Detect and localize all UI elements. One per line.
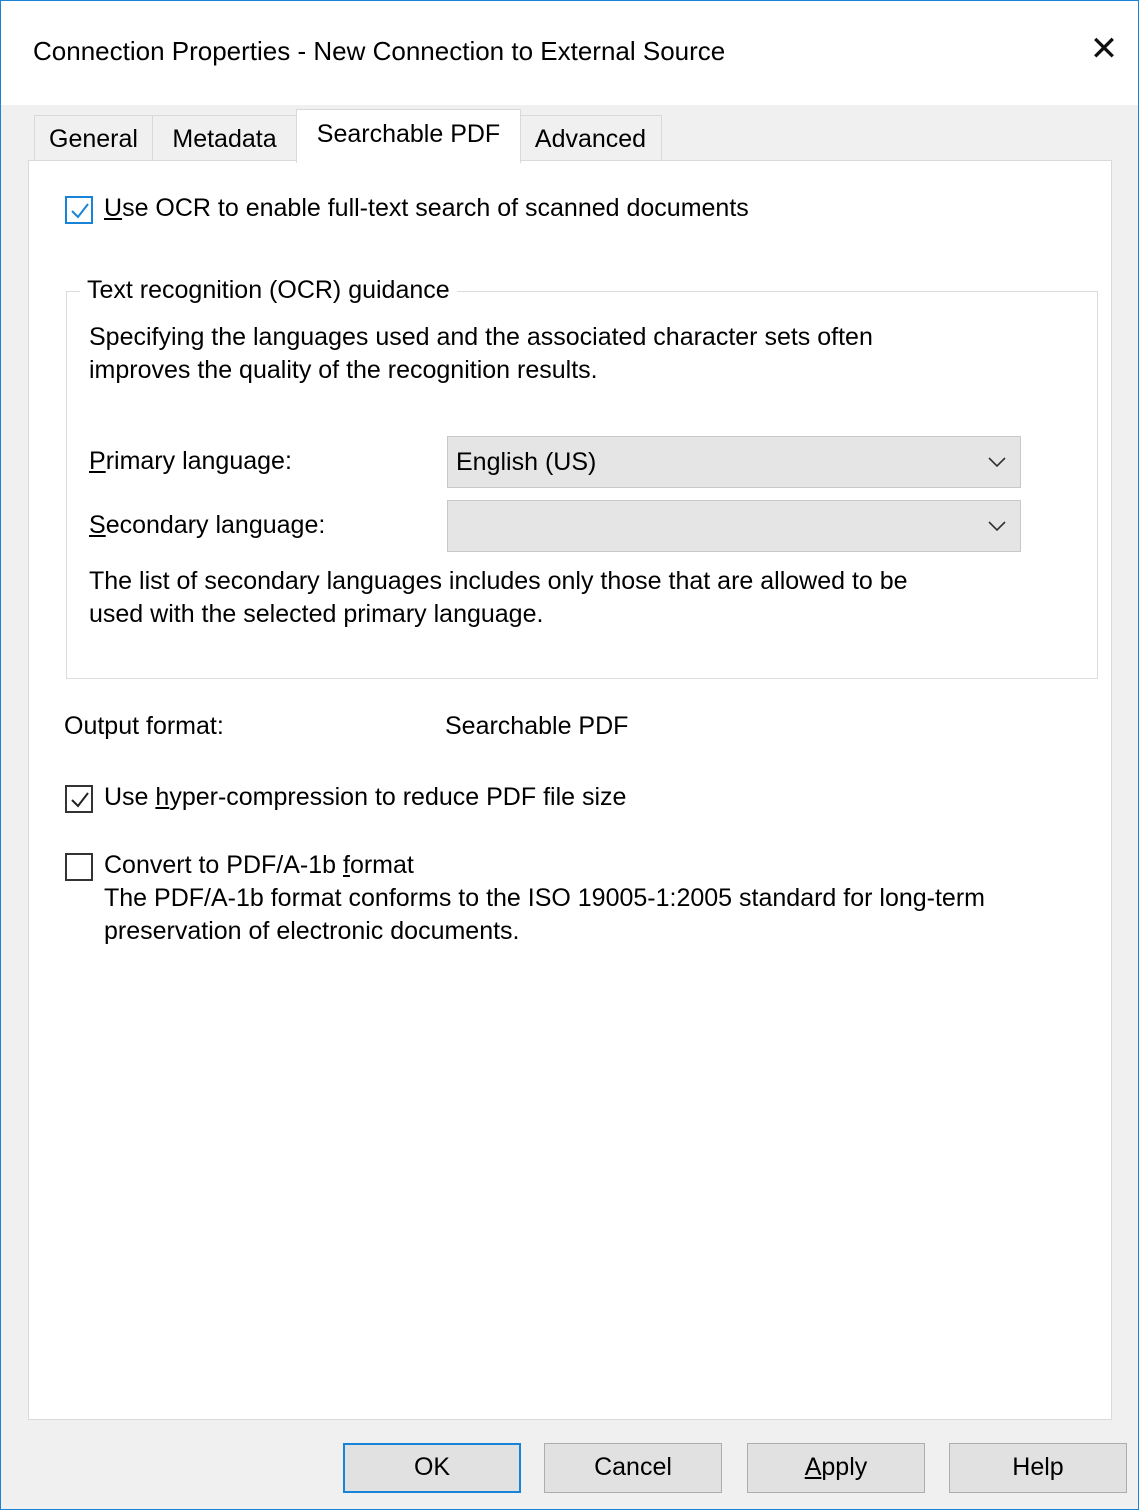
title-bar: Connection Properties - New Connection t… [1, 1, 1138, 105]
hyper-compression-label[interactable]: Use hyper-compression to reduce PDF file… [104, 781, 626, 813]
tab-metadata[interactable]: Metadata [152, 115, 297, 161]
checkmark-icon [71, 203, 89, 219]
connection-properties-dialog: Connection Properties - New Connection t… [0, 0, 1139, 1510]
chevron-down-icon [988, 521, 1006, 532]
tab-advanced[interactable]: Advanced [519, 115, 662, 161]
chevron-down-icon [988, 457, 1006, 468]
pdfa-checkbox[interactable] [65, 853, 93, 881]
tab-general[interactable]: General [34, 115, 153, 161]
primary-language-select[interactable]: English (US) [447, 436, 1021, 488]
pdfa-label[interactable]: Convert to PDF/A-1b format [104, 849, 414, 881]
window-title: Connection Properties - New Connection t… [33, 36, 726, 66]
help-button[interactable]: Help [949, 1443, 1127, 1493]
cancel-button[interactable]: Cancel [544, 1443, 722, 1493]
secondary-language-select[interactable] [447, 500, 1021, 552]
ocr-checkbox[interactable] [65, 196, 93, 224]
ok-button[interactable]: OK [343, 1443, 521, 1493]
ocr-checkbox-label[interactable]: Use OCR to enable full-text search of sc… [104, 192, 749, 224]
close-icon[interactable]: ✕ [1084, 29, 1124, 69]
apply-button[interactable]: Apply [747, 1443, 925, 1493]
hyper-compression-checkbox[interactable] [65, 785, 93, 813]
checkmark-icon [71, 792, 89, 808]
tab-searchable-pdf[interactable]: Searchable PDF [296, 109, 521, 163]
primary-language-value: English (US) [456, 448, 597, 476]
